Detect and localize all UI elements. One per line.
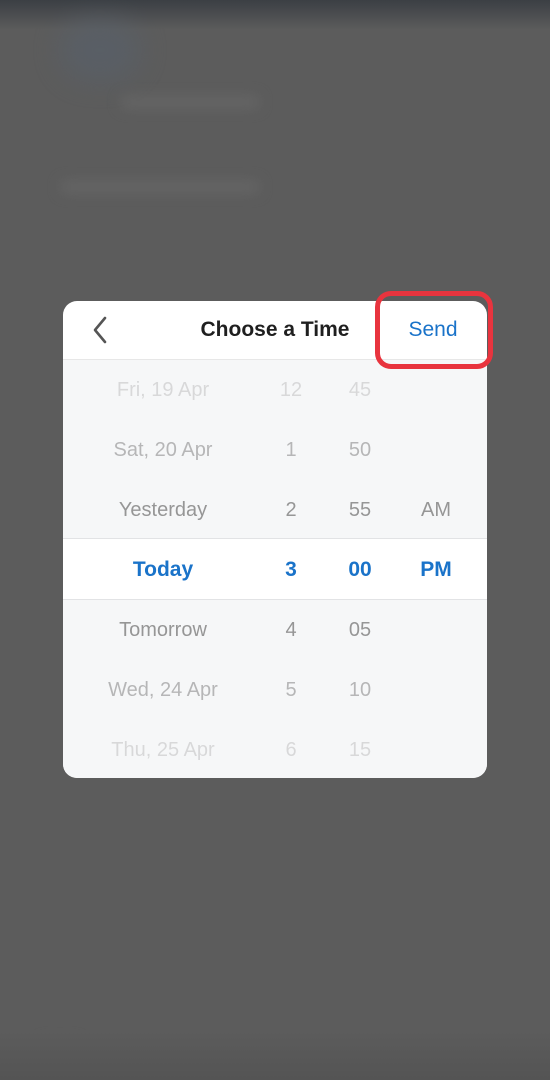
hour-option[interactable]: 12 <box>261 360 321 420</box>
minute-option[interactable]: 55 <box>329 480 391 540</box>
hour-option[interactable]: 1 <box>261 420 321 480</box>
hour-option-selected[interactable]: 3 <box>261 540 321 600</box>
time-picker: Fri, 19 Apr Sat, 20 Apr Yesterday Today … <box>63 360 487 778</box>
minute-option[interactable]: 15 <box>329 720 391 778</box>
date-wheel[interactable]: Fri, 19 Apr Sat, 20 Apr Yesterday Today … <box>63 360 263 778</box>
minute-option[interactable]: 10 <box>329 660 391 720</box>
period-option-selected[interactable]: PM <box>403 540 469 600</box>
minute-option[interactable]: 45 <box>329 360 391 420</box>
background-blur <box>120 95 260 109</box>
hour-option[interactable]: 6 <box>261 720 321 778</box>
hour-wheel[interactable]: 12 1 2 3 4 5 6 <box>261 360 321 778</box>
date-option[interactable]: Wed, 24 Apr <box>63 660 263 720</box>
hour-option[interactable]: 5 <box>261 660 321 720</box>
date-option[interactable]: Thu, 25 Apr <box>63 720 263 778</box>
back-button[interactable] <box>85 313 115 347</box>
background-bottom <box>0 1030 550 1080</box>
minute-option[interactable]: 05 <box>329 600 391 660</box>
hour-option[interactable]: 2 <box>261 480 321 540</box>
minute-option-selected[interactable]: 00 <box>329 540 391 600</box>
hour-option[interactable]: 4 <box>261 600 321 660</box>
minute-option[interactable]: 50 <box>329 420 391 480</box>
date-option-selected[interactable]: Today <box>63 540 263 600</box>
period-option[interactable]: AM <box>403 480 469 540</box>
date-option[interactable]: Yesterday <box>63 480 263 540</box>
choose-time-dialog: Choose a Time Send Fri, 19 Apr Sat, 20 A… <box>63 301 487 778</box>
date-option[interactable]: Sat, 20 Apr <box>63 420 263 480</box>
background-blur <box>60 20 140 80</box>
date-option[interactable]: Tomorrow <box>63 600 263 660</box>
background-blur <box>60 180 260 194</box>
date-option[interactable]: Fri, 19 Apr <box>63 360 263 420</box>
send-highlight-ring <box>375 291 493 369</box>
chevron-left-icon <box>93 316 107 344</box>
minute-wheel[interactable]: 45 50 55 00 05 10 15 <box>329 360 391 778</box>
ampm-wheel[interactable]: AM PM <box>403 360 469 778</box>
